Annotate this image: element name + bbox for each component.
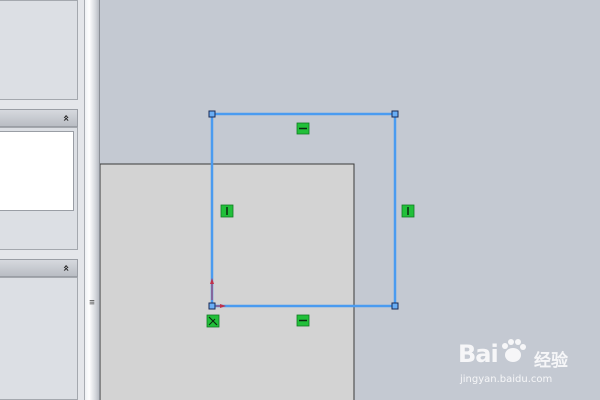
paw-logo-icon	[502, 339, 526, 362]
property-manager-panel: « «	[0, 0, 84, 400]
part-face[interactable]	[100, 163, 355, 400]
watermark-url: jingyan.baidu.com	[460, 374, 553, 385]
section-body-2	[0, 277, 78, 400]
section-header-1[interactable]: «	[0, 109, 78, 127]
horizontal-relation-icon[interactable]	[296, 122, 310, 135]
property-box-top	[0, 0, 78, 100]
horizontal-relation-icon[interactable]	[296, 314, 310, 327]
section-header-2[interactable]: «	[0, 259, 78, 277]
splitter-grip-icon[interactable]: ≡	[87, 296, 97, 310]
vertical-relation-icon[interactable]	[401, 204, 415, 218]
sketch-point[interactable]	[208, 110, 216, 118]
watermark-brand-sub: 经验	[534, 351, 568, 371]
coincident-relation-icon[interactable]	[206, 314, 220, 328]
collapse-chevron-icon[interactable]: «	[59, 111, 73, 125]
panel-splitter[interactable]: ≡	[84, 0, 100, 400]
vertical-relation-icon[interactable]	[220, 204, 234, 218]
sketch-point[interactable]	[391, 302, 399, 310]
selection-list[interactable]	[0, 131, 74, 211]
watermark-brand: Bai	[458, 340, 499, 368]
collapse-chevron-icon[interactable]: «	[59, 261, 73, 275]
sketch-point[interactable]	[208, 302, 216, 310]
baidu-jingyan-watermark: Bai 经验 jingyan.baidu.com	[458, 336, 598, 396]
sketch-point[interactable]	[391, 110, 399, 118]
